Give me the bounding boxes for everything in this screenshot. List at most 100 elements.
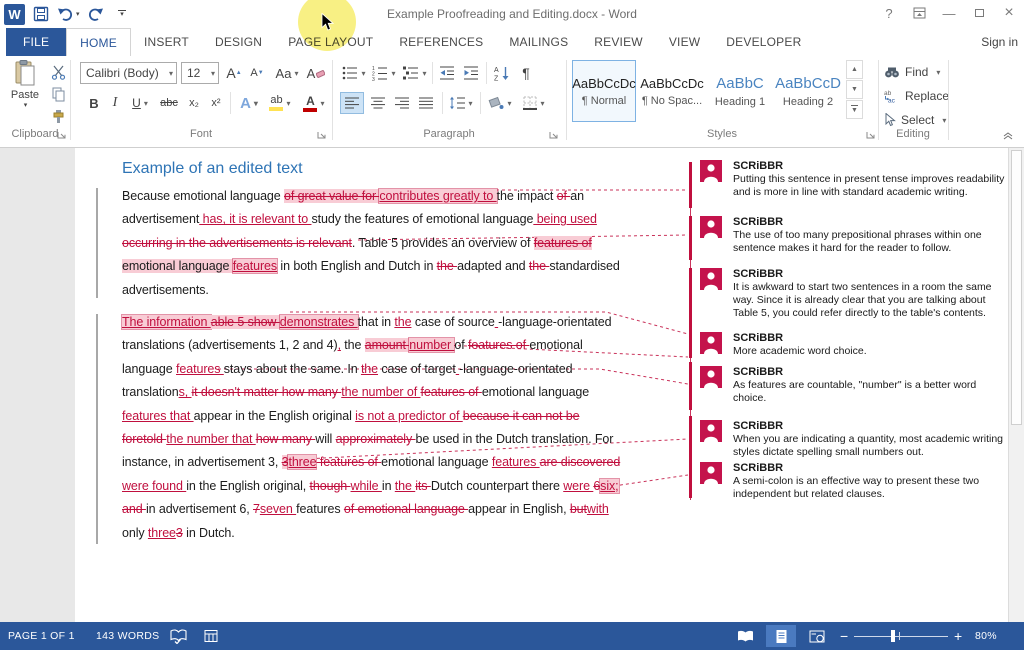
document-line[interactable]: advertisement has, it is relevant to stu… <box>122 208 620 231</box>
format-painter-button[interactable] <box>46 106 70 126</box>
collapse-ribbon-button[interactable] <box>998 128 1018 144</box>
paragraph-1[interactable]: Because emotional language of great valu… <box>122 185 620 302</box>
undo-button[interactable]: ▾ <box>57 3 80 25</box>
vertical-scrollbar[interactable] <box>1008 148 1024 622</box>
document-heading[interactable]: Example of an edited text <box>122 160 303 178</box>
text-effects-button[interactable]: A▾ <box>236 92 262 114</box>
document-line[interactable]: occurring in the advertisements is relev… <box>122 232 620 255</box>
print-layout-button[interactable] <box>766 625 796 647</box>
ribbon-display-options-button[interactable] <box>904 0 934 26</box>
text-highlight-button[interactable]: ab▾ <box>264 92 296 114</box>
font-dialog-launcher[interactable] <box>317 130 329 142</box>
comment-card[interactable]: SCRiBBRMore academic word choice. <box>700 332 1005 358</box>
style-card-heading-2[interactable]: AaBbCcDHeading 2 <box>776 60 840 122</box>
align-right-button[interactable] <box>390 92 414 114</box>
grow-font-button[interactable]: A▲ <box>223 62 245 84</box>
copy-button[interactable] <box>46 84 70 104</box>
strikethrough-button[interactable]: abc <box>156 92 182 114</box>
macro-recording-button[interactable] <box>204 622 219 650</box>
bullets-button[interactable]: ▾ <box>340 62 368 84</box>
tab-design[interactable]: DESIGN <box>202 28 275 56</box>
subscript-button[interactable]: x₂ <box>184 92 204 114</box>
font-size-select[interactable]: 12▾ <box>181 62 219 84</box>
tab-review[interactable]: REVIEW <box>581 28 656 56</box>
styles-scroll-down-button[interactable]: ▼ <box>846 80 863 99</box>
tab-mailings[interactable]: MAILINGS <box>496 28 581 56</box>
save-button[interactable] <box>31 3 51 25</box>
font-name-select[interactable]: Calibri (Body)▾ <box>80 62 177 84</box>
maximize-button[interactable] <box>964 0 994 26</box>
underline-button[interactable]: U▾ <box>126 92 154 114</box>
customize-qat-button[interactable]: ▾ <box>112 3 132 25</box>
proofing-status-button[interactable] <box>170 622 187 650</box>
document-line[interactable]: translations (advertisements 1, 2 and 4)… <box>122 334 620 357</box>
sort-button[interactable]: AZ <box>490 62 514 84</box>
word-count[interactable]: 143 WORDS <box>96 622 159 650</box>
comment-card[interactable]: SCRiBBRThe use of too many prepositional… <box>700 216 1005 255</box>
document-line[interactable]: foretold the number that how many will a… <box>122 428 620 451</box>
document-line[interactable]: were found in the English original, thou… <box>122 475 620 498</box>
justify-button[interactable] <box>414 92 438 114</box>
select-button[interactable]: Select▾ <box>884 110 946 130</box>
find-button[interactable]: Find▾ <box>884 62 940 82</box>
clipboard-dialog-launcher[interactable] <box>57 130 69 142</box>
shading-button[interactable]: ▾ <box>484 92 516 114</box>
zoom-slider-thumb[interactable] <box>891 630 895 642</box>
close-button[interactable]: × <box>994 0 1024 26</box>
bold-button[interactable]: B <box>84 92 104 114</box>
help-button[interactable]: ? <box>874 0 904 26</box>
increase-indent-button[interactable] <box>460 62 482 84</box>
document-line[interactable]: instance, in advertisement 3, 3three fea… <box>122 451 620 474</box>
paragraph-dialog-launcher[interactable] <box>549 130 561 142</box>
tab-file[interactable]: FILE <box>6 28 66 56</box>
clear-formatting-button[interactable]: A <box>304 62 328 84</box>
styles-scroll-up-button[interactable]: ▲ <box>846 60 863 79</box>
font-color-button[interactable]: A▾ <box>298 92 330 114</box>
borders-button[interactable]: ▾ <box>518 92 550 114</box>
style-card-heading-1[interactable]: AaBbCHeading 1 <box>708 60 772 122</box>
zoom-out-button[interactable]: − <box>840 622 848 650</box>
styles-gallery-more-button[interactable]: ▼ <box>846 100 863 119</box>
tab-insert[interactable]: INSERT <box>131 28 202 56</box>
document-line[interactable]: language features stays about the same. … <box>122 358 620 381</box>
paragraph-2[interactable]: The information able 5 show demonstrates… <box>122 311 620 545</box>
document-line[interactable]: only three3 in Dutch. <box>122 522 620 545</box>
tab-view[interactable]: VIEW <box>656 28 713 56</box>
scrollbar-thumb[interactable] <box>1011 150 1022 425</box>
minimize-button[interactable]: — <box>934 0 964 26</box>
document-line[interactable]: and in advertisement 6, 7seven features … <box>122 498 620 521</box>
document-line[interactable]: advertisements. <box>122 279 620 302</box>
comment-card[interactable]: SCRiBBRWhen you are indicating a quantit… <box>700 420 1005 459</box>
change-case-button[interactable]: Aa▾ <box>272 62 302 84</box>
tab-home[interactable]: HOME <box>66 28 131 56</box>
comment-card[interactable]: SCRiBBRPutting this sentence in present … <box>700 160 1005 199</box>
document-line[interactable]: features that appear in the English orig… <box>122 405 620 428</box>
zoom-in-button[interactable]: + <box>954 622 962 650</box>
comment-card[interactable]: SCRiBBRAs features are countable, "numbe… <box>700 366 1005 405</box>
style-card-normal[interactable]: AaBbCcDc¶ Normal <box>572 60 636 122</box>
tab-developer[interactable]: DEVELOPER <box>713 28 814 56</box>
line-spacing-button[interactable]: ▾ <box>446 92 476 114</box>
replace-button[interactable]: abac Replace <box>884 86 949 106</box>
document-line[interactable]: Because emotional language of great valu… <box>122 185 620 208</box>
read-mode-button[interactable] <box>730 625 760 647</box>
style-card-no-spac[interactable]: AaBbCcDc¶ No Spac... <box>640 60 704 122</box>
page-indicator[interactable]: PAGE 1 OF 1 <box>8 622 75 650</box>
decrease-indent-button[interactable] <box>436 62 458 84</box>
tab-references[interactable]: REFERENCES <box>386 28 496 56</box>
cut-button[interactable] <box>46 62 70 82</box>
web-layout-button[interactable] <box>802 625 832 647</box>
multilevel-list-button[interactable]: ▾ <box>400 62 430 84</box>
numbering-button[interactable]: 123▾ <box>370 62 398 84</box>
document-line[interactable]: The information able 5 show demonstrates… <box>122 311 620 334</box>
align-left-button[interactable] <box>340 92 364 114</box>
show-formatting-marks-button[interactable]: ¶ <box>516 62 536 84</box>
shrink-font-button[interactable]: A▼ <box>246 62 268 84</box>
document-line[interactable]: translations, it doesn't matter how many… <box>122 381 620 404</box>
align-center-button[interactable] <box>366 92 390 114</box>
zoom-slider-track[interactable] <box>854 636 948 637</box>
paste-button[interactable]: Paste ▾ <box>6 60 44 128</box>
sign-in-link[interactable]: Sign in <box>981 28 1018 56</box>
italic-button[interactable]: I <box>106 92 124 114</box>
comment-card[interactable]: SCRiBBRA semi-colon is an effective way … <box>700 462 1005 501</box>
